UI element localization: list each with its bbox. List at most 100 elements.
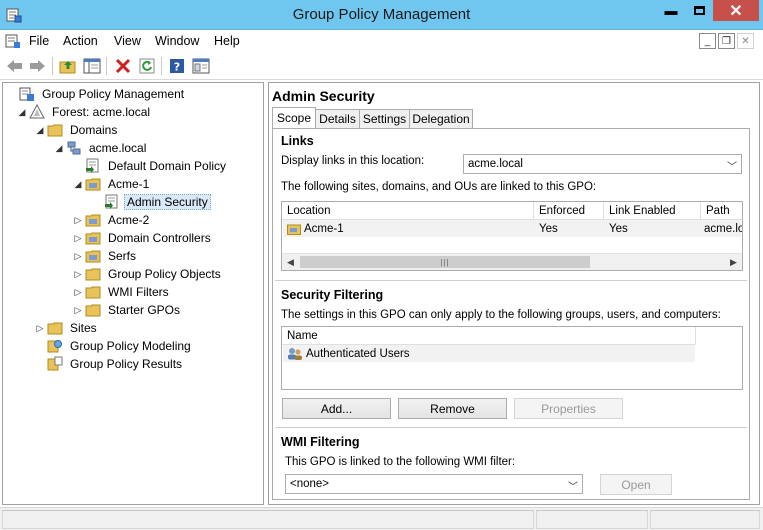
remove-button[interactable]: Remove: [398, 398, 507, 419]
help-button[interactable]: ?: [167, 56, 187, 76]
grip-icon: |||: [440, 257, 450, 267]
section-divider: [275, 280, 747, 282]
tab-scope[interactable]: Scope: [272, 107, 316, 128]
security-filtering-list[interactable]: Name Authenticated Users: [281, 326, 743, 390]
properties-button[interactable]: Properties: [514, 398, 623, 419]
minimize-button[interactable]: ▬: [657, 0, 685, 21]
show-hide-tree-button[interactable]: [82, 56, 102, 76]
tree-item-acme-1[interactable]: ◢ Acme-1: [73, 175, 152, 193]
collapse-arrow-icon[interactable]: ◢: [17, 107, 27, 118]
back-button[interactable]: [5, 56, 25, 76]
expand-arrow-icon[interactable]: ▷: [73, 233, 83, 244]
links-location-value: acme.local: [468, 158, 523, 170]
column-header-path[interactable]: Path: [701, 202, 742, 220]
expand-arrow-icon[interactable]: ▷: [35, 323, 45, 334]
tree-item-admin-security[interactable]: Admin Security: [92, 193, 211, 211]
modeling-icon: [47, 340, 62, 353]
gpo-link-icon: [105, 194, 118, 209]
collapse-arrow-icon[interactable]: ◢: [54, 143, 64, 154]
mdi-system-menu-icon[interactable]: [5, 33, 21, 49]
scope-tab-panel: Links Display links in this location: ac…: [272, 128, 750, 500]
tab-settings[interactable]: Settings: [359, 109, 410, 128]
menu-file[interactable]: File: [29, 34, 49, 48]
tree-item-label: Sites: [70, 321, 97, 335]
tree-item-acme-local[interactable]: ◢ acme.local: [54, 139, 149, 157]
tree-item-acme-2[interactable]: ▷ Acme-2: [73, 211, 152, 229]
table-row[interactable]: Acme-1 Yes Yes acme.lo: [283, 220, 742, 237]
security-principal-cell: Authenticated Users: [287, 345, 687, 362]
up-one-level-button[interactable]: [58, 56, 78, 76]
expand-arrow-icon[interactable]: ▷: [73, 305, 83, 316]
menu-view[interactable]: View: [114, 34, 141, 48]
links-list[interactable]: Location Enforced Link Enabled Path Acme…: [281, 201, 743, 271]
column-header-enforced[interactable]: Enforced: [534, 202, 604, 220]
wmi-filter-dropdown[interactable]: <none> ﹀: [285, 474, 583, 494]
menu-action[interactable]: Action: [63, 34, 98, 48]
display-links-label: Display links in this location:: [281, 155, 425, 167]
tree-item-domain-controllers[interactable]: ▷ Domain Controllers: [73, 229, 214, 247]
expand-arrow-icon[interactable]: ▷: [73, 287, 83, 298]
gpo-link-icon: [86, 158, 99, 173]
folder-icon: [85, 286, 101, 299]
expand-arrow-icon[interactable]: ▷: [73, 251, 83, 262]
security-filtering-heading: Security Filtering: [281, 288, 384, 302]
scroll-left-icon[interactable]: ◀: [282, 254, 299, 270]
menu-help[interactable]: Help: [214, 34, 240, 48]
mdi-close-button[interactable]: ✕: [737, 33, 754, 49]
tree-item-label: Group Policy Management: [42, 87, 185, 101]
folder-icon: [47, 124, 63, 137]
properties-button[interactable]: [191, 56, 211, 76]
column-header-link-enabled[interactable]: Link Enabled: [604, 202, 701, 220]
forward-button[interactable]: [27, 56, 47, 76]
links-description: The following sites, domains, and OUs ar…: [281, 181, 597, 193]
collapse-arrow-icon[interactable]: ◢: [35, 125, 45, 136]
tree-item-domains[interactable]: ◢ Domains: [35, 121, 120, 139]
window-title: Group Policy Management: [292, 6, 471, 23]
tree-item-group-policy-objects[interactable]: ▷ Group Policy Objects: [73, 265, 224, 283]
scroll-right-icon[interactable]: ▶: [725, 254, 742, 270]
close-icon: ✕: [729, 2, 743, 20]
ou-folder-icon: [85, 214, 101, 227]
collapse-arrow-icon[interactable]: ◢: [73, 179, 83, 190]
tree-item-label: Domain Controllers: [108, 231, 211, 245]
tree-item-sites[interactable]: ▷ Sites: [35, 319, 100, 337]
close-button[interactable]: ✕: [713, 0, 759, 21]
refresh-icon: [139, 58, 155, 74]
column-header-location[interactable]: Location: [282, 202, 534, 220]
up-folder-icon: [59, 61, 76, 74]
links-location-dropdown[interactable]: acme.local ﹀: [463, 154, 742, 174]
links-horizontal-scrollbar[interactable]: ◀ ||| ▶: [282, 253, 742, 270]
mdi-minimize-button[interactable]: _: [699, 33, 716, 49]
tree-item-label: Starter GPOs: [108, 303, 181, 317]
tree-item-starter-gpos[interactable]: ▷ Starter GPOs: [73, 301, 183, 319]
tab-details[interactable]: Details: [315, 109, 360, 128]
menu-window[interactable]: Window: [155, 34, 199, 48]
link-path-cell: acme.lo: [704, 222, 742, 235]
mdi-restore-button[interactable]: ❐: [718, 33, 735, 49]
tree-item-group-policy-results[interactable]: Group Policy Results: [35, 355, 185, 373]
delete-icon: [115, 58, 131, 74]
delete-button[interactable]: [113, 56, 133, 76]
tree-item-serfs[interactable]: ▷ Serfs: [73, 247, 139, 265]
expand-arrow-icon[interactable]: ▷: [73, 215, 83, 226]
toolbar-separator: [52, 57, 53, 75]
tree-item-group-policy-modeling[interactable]: Group Policy Modeling: [35, 337, 194, 355]
links-heading: Links: [281, 134, 314, 148]
scrollbar-thumb[interactable]: |||: [300, 256, 590, 268]
maximize-button[interactable]: [685, 0, 713, 21]
tab-delegation[interactable]: Delegation: [409, 109, 473, 128]
tree-item-forest-acme-local[interactable]: ◢ Forest: acme.local: [17, 103, 153, 121]
column-header-name[interactable]: Name: [282, 327, 696, 345]
open-wmi-filter-button[interactable]: Open: [600, 474, 672, 495]
table-row[interactable]: Authenticated Users: [283, 345, 695, 362]
add-button[interactable]: Add...: [282, 398, 391, 419]
close-icon: ✕: [741, 35, 750, 47]
refresh-button[interactable]: [137, 56, 157, 76]
expand-arrow-icon[interactable]: ▷: [73, 269, 83, 280]
tree-item-default-domain-policy[interactable]: Default Domain Policy: [73, 157, 229, 175]
link-enforced-cell: Yes: [539, 222, 558, 235]
tree-item-wmi-filters[interactable]: ▷ WMI Filters: [73, 283, 172, 301]
link-location-cell: Acme-1: [287, 220, 527, 237]
tree-item-group-policy-management[interactable]: Group Policy Management: [7, 85, 187, 103]
tree-item-label: Forest: acme.local: [52, 105, 151, 119]
